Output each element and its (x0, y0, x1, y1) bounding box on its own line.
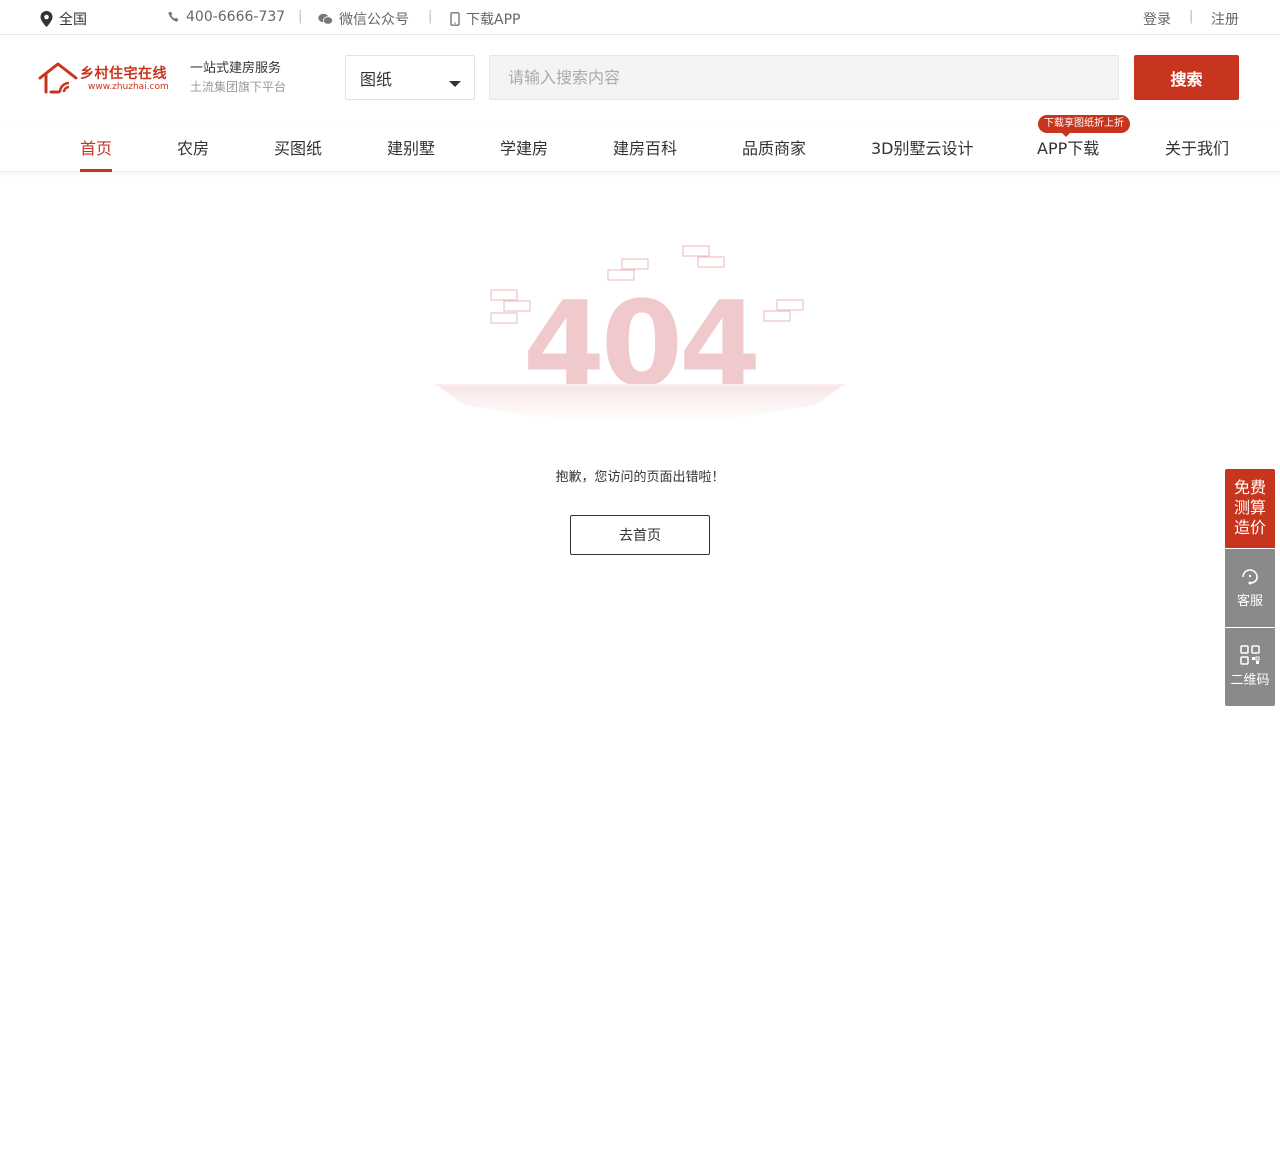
free-quote-button[interactable]: 免费 测算 造价 (1225, 469, 1275, 548)
wechat-label: 微信公众号 (339, 12, 409, 28)
register-link[interactable]: 注册 (1211, 9, 1239, 29)
nav-item-home[interactable]: 首页 (80, 135, 112, 159)
service-label: 客服 (1236, 594, 1263, 609)
logo-url: www.zhuzhai.com (88, 82, 169, 92)
house-logo-icon (38, 62, 78, 94)
quote-line: 免费 (1233, 478, 1266, 497)
slogan-main: 一站式建房服务 (190, 61, 282, 76)
nav-item-app-download[interactable]: APP下载 (1037, 135, 1099, 159)
divider: | (1189, 9, 1194, 24)
customer-service-button[interactable]: 客服 (1225, 549, 1275, 627)
error-404-illustration: 404 (435, 245, 845, 423)
nav-item-merchants[interactable]: 品质商家 (742, 135, 806, 159)
app-promo-badge: 下载享图纸折上折 (1038, 115, 1130, 137)
side-float-bar: 免费 测算 造价 客服 二维码 (1225, 469, 1275, 706)
logo-title: 乡村住宅在线 (80, 66, 167, 82)
active-nav-indicator (80, 169, 112, 172)
nav-item-about[interactable]: 关于我们 (1165, 135, 1229, 159)
quote-line: 造价 (1233, 518, 1266, 537)
phone-number: 400-6666-737 (186, 9, 286, 25)
location-label: 全国 (59, 12, 87, 28)
qrcode-label: 二维码 (1230, 673, 1270, 688)
platform-shadow (435, 384, 845, 423)
wechat-icon (318, 13, 333, 25)
download-app-label: 下载APP (466, 12, 521, 28)
quote-line: 测算 (1233, 498, 1266, 517)
search-button[interactable]: 搜索 (1134, 55, 1239, 100)
divider: | (428, 9, 433, 24)
qrcode-icon (1240, 645, 1260, 665)
hotline: 400-6666-737 (168, 9, 285, 25)
nav-item-buy-plans[interactable]: 买图纸 (274, 135, 322, 159)
search-type-value: 图纸 (360, 69, 393, 89)
nav-item-farmhouse[interactable]: 农房 (177, 135, 209, 159)
mobile-icon (450, 12, 460, 26)
headset-icon (1242, 569, 1258, 585)
error-message: 抱歉，您访问的页面出错啦！ (555, 470, 725, 485)
nav-item-encyclopedia[interactable]: 建房百科 (613, 135, 677, 159)
nav-item-learn-building[interactable]: 学建房 (500, 135, 548, 159)
wechat-link[interactable]: 微信公众号 (318, 9, 409, 29)
location-selector[interactable]: 全国 (40, 9, 87, 29)
header: 乡村住宅在线 www.zhuzhai.com 一站式建房服务 土流集团旗下平台 … (0, 35, 1280, 125)
download-app-link[interactable]: 下载APP (450, 9, 520, 29)
nav-item-3d-design[interactable]: 3D别墅云设计 (871, 135, 974, 159)
divider: | (298, 9, 303, 24)
caret-down-icon (449, 81, 461, 87)
top-bar: 全国 400-6666-737 | 微信公众号 | 下载APP 登录 | 注册 (0, 0, 1280, 35)
slogan-sub: 土流集团旗下平台 (190, 80, 287, 94)
nav-item-build-villa[interactable]: 建别墅 (387, 135, 435, 159)
search-type-select[interactable]: 图纸 (345, 55, 475, 100)
map-pin-icon (40, 11, 53, 27)
slogan: 一站式建房服务 土流集团旗下平台 (190, 60, 286, 96)
qrcode-button[interactable]: 二维码 (1225, 628, 1275, 706)
main-nav: 首页 农房 买图纸 建别墅 学建房 建房百科 品质商家 3D别墅云设计 APP下… (0, 115, 1280, 172)
phone-icon (168, 11, 180, 23)
login-link[interactable]: 登录 (1143, 9, 1171, 29)
search-input[interactable] (489, 55, 1119, 100)
go-home-button[interactable]: 去首页 (570, 515, 710, 555)
site-logo[interactable]: 乡村住宅在线 www.zhuzhai.com (38, 61, 169, 97)
platform-edge (435, 384, 845, 386)
